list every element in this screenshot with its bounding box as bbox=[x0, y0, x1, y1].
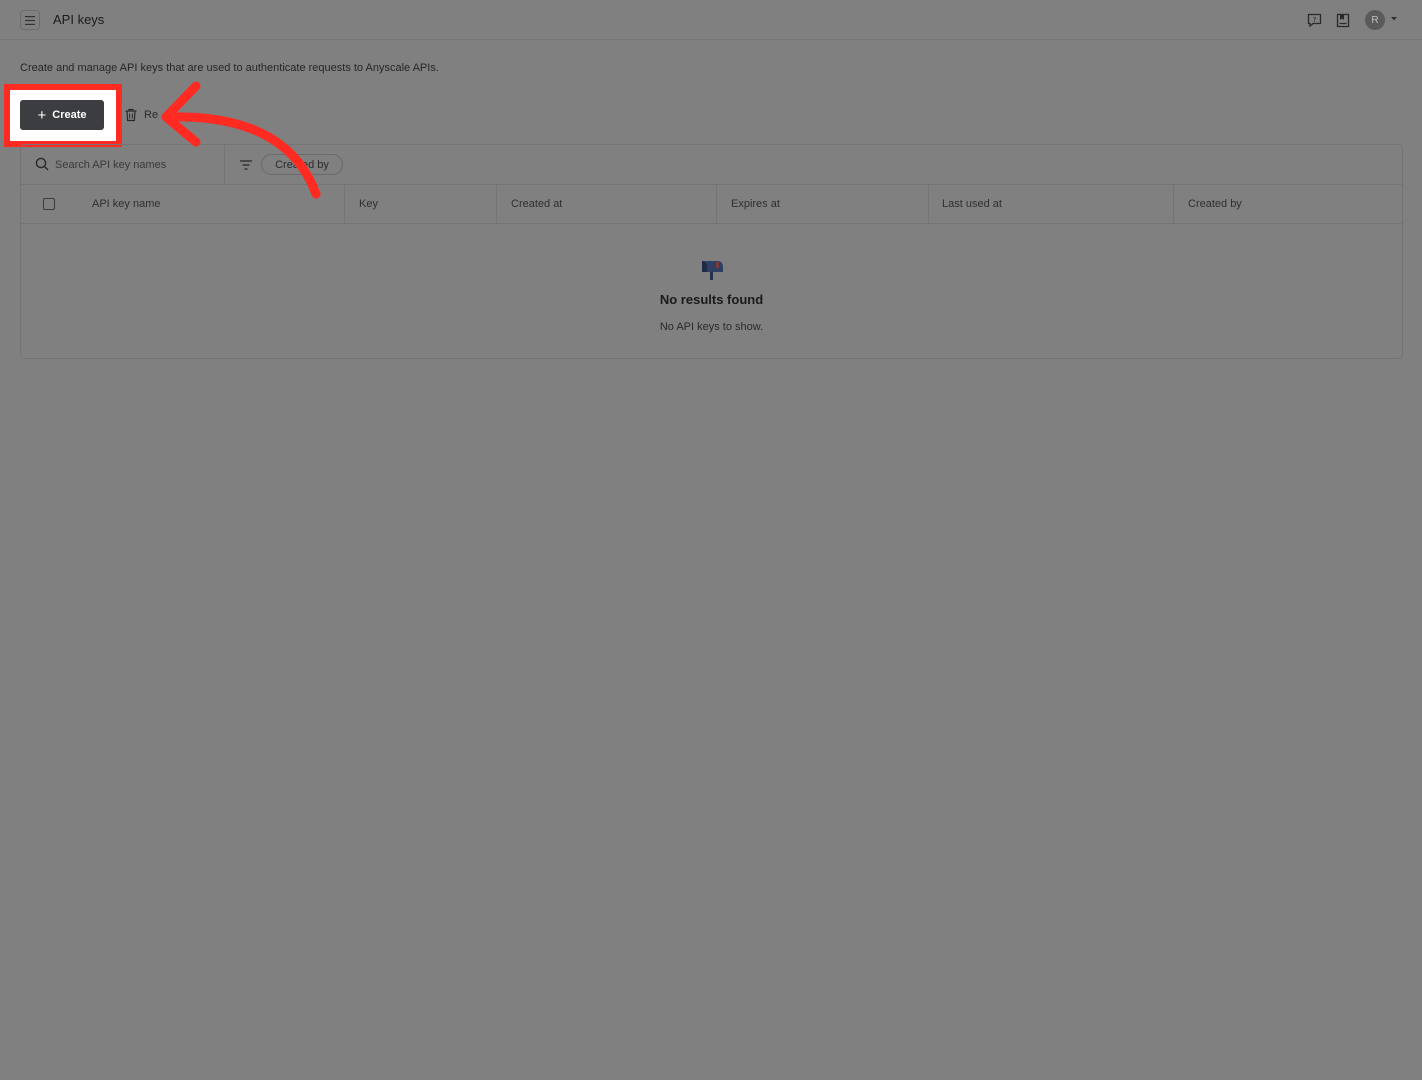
menu-icon bbox=[25, 15, 35, 25]
table-header-row: API key name Key Created at Expires at L… bbox=[21, 185, 1402, 224]
created-by-filter-label: Created by bbox=[275, 158, 329, 171]
docs-button[interactable] bbox=[1334, 11, 1352, 29]
empty-state-subtitle: No API keys to show. bbox=[659, 321, 764, 333]
revoke-button[interactable]: Re bbox=[124, 104, 158, 126]
column-header-last-used-at[interactable]: Last used at bbox=[928, 185, 1173, 223]
avatar-initial: R bbox=[1371, 14, 1379, 26]
feedback-button[interactable]: ? bbox=[1305, 11, 1323, 29]
column-header-expires-at[interactable]: Expires at bbox=[716, 185, 928, 223]
create-button-label: Create bbox=[52, 109, 87, 121]
filter-bar: Created by bbox=[21, 145, 1402, 185]
api-keys-table-card: Created by API key name Key Created at E… bbox=[20, 144, 1403, 359]
svg-text:?: ? bbox=[1312, 15, 1316, 23]
select-all-checkbox[interactable] bbox=[43, 198, 55, 210]
trash-icon bbox=[125, 108, 137, 122]
create-button[interactable]: + Create bbox=[20, 100, 104, 130]
search-box bbox=[21, 145, 225, 184]
empty-state: No results found No API keys to show. bbox=[21, 255, 1402, 333]
page-title: API keys bbox=[53, 12, 105, 27]
chevron-down-icon bbox=[1391, 17, 1397, 21]
top-bar: API keys ? R bbox=[0, 0, 1422, 40]
filter-icon[interactable] bbox=[239, 159, 253, 171]
column-header-api-key-name[interactable]: API key name bbox=[92, 185, 344, 223]
feedback-icon: ? bbox=[1307, 13, 1321, 27]
docs-icon bbox=[1336, 13, 1350, 27]
empty-state-title: No results found bbox=[659, 292, 764, 307]
menu-toggle-button[interactable] bbox=[20, 10, 40, 30]
column-header-key[interactable]: Key bbox=[344, 185, 496, 223]
plus-icon: + bbox=[37, 106, 47, 124]
page-description: Create and manage API keys that are used… bbox=[20, 62, 439, 74]
revoke-label: Re bbox=[144, 109, 159, 121]
user-avatar[interactable]: R bbox=[1365, 10, 1385, 30]
created-by-filter-chip[interactable]: Created by bbox=[261, 154, 343, 175]
search-input[interactable] bbox=[55, 156, 215, 174]
search-icon bbox=[35, 157, 49, 171]
column-header-created-by[interactable]: Created by bbox=[1173, 185, 1402, 223]
column-header-created-at[interactable]: Created at bbox=[496, 185, 716, 223]
mailbox-icon bbox=[701, 261, 723, 280]
account-menu-toggle[interactable] bbox=[1390, 14, 1398, 24]
